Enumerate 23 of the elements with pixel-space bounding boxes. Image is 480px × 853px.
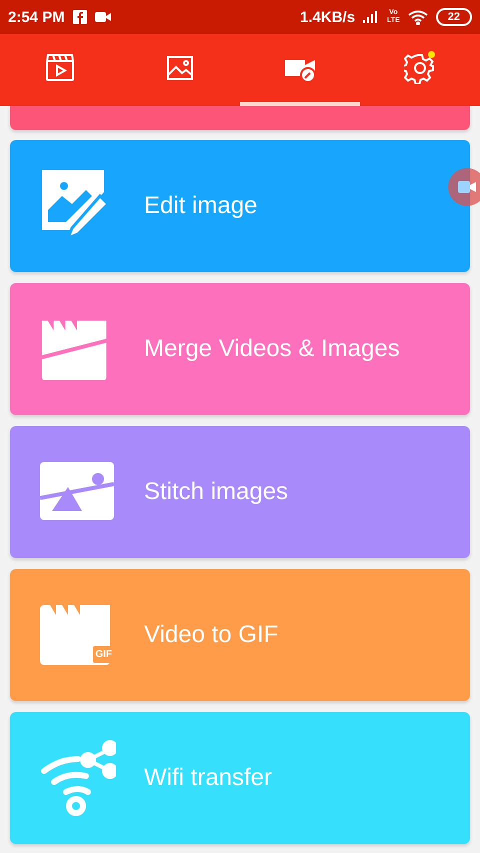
feature-card[interactable]: Stitch images [10,426,470,558]
feature-card[interactable]: Wifi transfer [10,712,470,844]
network-speed: 1.4KB/s [300,8,356,26]
video-camera-icon [94,12,111,22]
wifi-icon [408,10,428,24]
card-label: Stitch images [144,478,288,506]
clock-time: 2:54 PM [8,8,65,26]
stitch-image-icon [40,462,116,522]
feature-card[interactable]: GIF Video to GIF [10,569,470,701]
clapperboard-icon [44,52,76,84]
settings-icon [404,52,436,84]
card-label: Video to GIF [144,621,278,649]
feature-card[interactable]: Edit image [10,140,470,272]
card-label: Edit image [144,192,258,220]
signal-icon [363,11,380,23]
wifi-share-icon [40,738,116,818]
card-label: Merge Videos & Images [144,335,400,363]
card-label: Wifi transfer [144,764,272,792]
feature-card[interactable]: Merge Videos & Images [10,283,470,415]
gif-tag: GIF [93,646,114,663]
battery-level: 22 [436,8,472,26]
facebook-icon [72,10,87,24]
video-camera-icon [458,181,476,193]
